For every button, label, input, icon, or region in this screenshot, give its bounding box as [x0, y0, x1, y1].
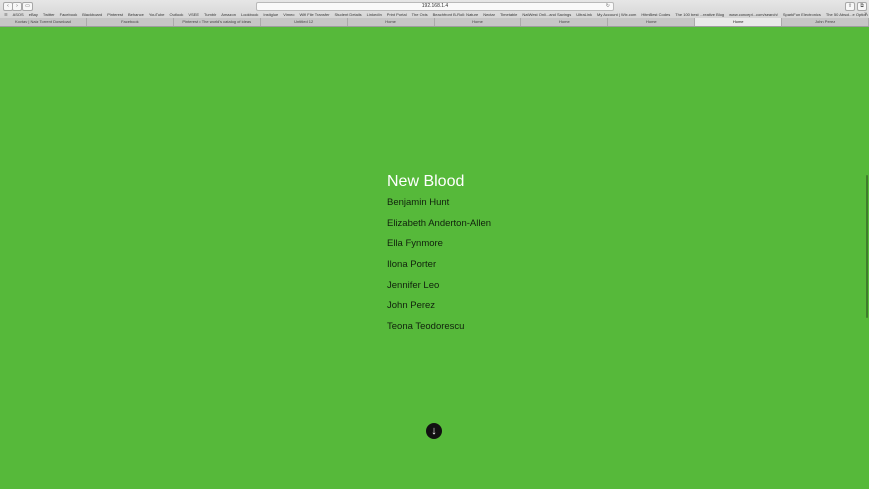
- sidebar-toggle-button[interactable]: ▭: [22, 2, 33, 11]
- bookmark-item[interactable]: eBay: [29, 12, 38, 17]
- bookmark-item[interactable]: HitmBest Codes: [641, 12, 670, 17]
- browser-tab[interactable]: Kovtav | Naiz Torrent Download: [0, 18, 87, 26]
- tabs-overview-button[interactable]: ⧉: [857, 2, 867, 11]
- credits-title: New Blood: [387, 173, 465, 190]
- forward-button[interactable]: ›: [12, 2, 22, 11]
- bookmark-item[interactable]: Timetable: [500, 12, 517, 17]
- bookmark-item[interactable]: Pinterest: [107, 12, 123, 17]
- tab-bar: Kovtav | Naiz Torrent Download Facebook Pi…: [0, 18, 869, 26]
- bookmark-item[interactable]: Vimeo: [283, 12, 294, 17]
- bookmark-item[interactable]: Instiglue: [263, 12, 278, 17]
- credit-name: Benjamin Hunt: [387, 197, 450, 208]
- bookmarks-sidebar-icon[interactable]: ☰: [4, 12, 8, 17]
- browser-tab[interactable]: Home: [695, 18, 783, 26]
- bookmark-item[interactable]: Facebook: [60, 12, 78, 17]
- bookmark-item[interactable]: The Oxis: [412, 12, 428, 17]
- bookmark-item[interactable]: Twitter: [43, 12, 55, 17]
- browser-chrome: ‹ › ▭ 192.168.1.4 ↻ ⇪ ⧉ ☰ ASOS eBay Twitter…: [0, 0, 869, 27]
- bookmark-item[interactable]: Blackboard: [82, 12, 102, 17]
- bookmark-item[interactable]: Behance: [128, 12, 144, 17]
- credit-name: Jennifer Leo: [387, 279, 440, 291]
- bookmark-item[interactable]: Lookbook: [241, 12, 258, 17]
- browser-tab[interactable]: Pinterest • The world's catalog of ideas: [174, 18, 261, 26]
- bookmark-item[interactable]: Beachfront B-Roll: Nature: [433, 12, 479, 17]
- bookmark-item[interactable]: LinkedIn: [367, 12, 382, 17]
- scroll-down-button[interactable]: ↓: [426, 423, 442, 439]
- bookmark-item[interactable]: www.concept...com/search/: [729, 12, 778, 17]
- bookmark-item[interactable]: Print Portal: [387, 12, 407, 17]
- browser-tab[interactable]: Facebook: [87, 18, 174, 26]
- bookmarks-overflow-button[interactable]: »: [864, 11, 867, 18]
- browser-tab[interactable]: Home: [435, 18, 522, 26]
- names-list: Benjamin Hunt Elizabeth Anderton-Allen Ell…: [387, 196, 491, 341]
- bookmark-item[interactable]: Nectar: [483, 12, 495, 17]
- credit-name: Elizabeth Anderton-Allen: [387, 217, 492, 229]
- bookmark-item[interactable]: UltraLink: [576, 12, 592, 17]
- bookmark-item[interactable]: ASOS: [13, 12, 24, 17]
- browser-tab[interactable]: Home: [348, 18, 435, 26]
- credits-section: New Blood Benjamin Hunt Elizabeth Anderto…: [387, 172, 491, 332]
- share-button[interactable]: ⇪: [845, 2, 855, 11]
- bookmark-item[interactable]: Tumblr: [204, 12, 216, 17]
- bookmark-item[interactable]: YouTube: [149, 12, 165, 17]
- bookmark-item[interactable]: Wifi File Transfer: [300, 12, 330, 17]
- bookmark-item[interactable]: VSEE: [188, 12, 199, 17]
- bookmark-item[interactable]: NatWest Onli...and Savings: [522, 12, 571, 17]
- reload-icon[interactable]: ↻: [606, 3, 610, 10]
- bookmark-item[interactable]: SparkFun Electronics: [783, 12, 821, 17]
- credit-name: John Perez: [387, 300, 436, 312]
- scrollbar-thumb[interactable]: [866, 175, 868, 318]
- browser-toolbar: ‹ › ▭ 192.168.1.4 ↻ ⇪ ⧉: [0, 0, 869, 11]
- browser-tab[interactable]: John Perez: [782, 18, 869, 26]
- credit-name: Teona Teodorescu: [387, 321, 465, 333]
- bookmark-item[interactable]: My Account | Wix.com: [597, 12, 636, 17]
- bookmark-item[interactable]: The 100 best ...reative Blog: [675, 12, 724, 17]
- credit-name: Ella Fynmore: [387, 238, 443, 250]
- address-text: 192.168.1.4: [421, 3, 449, 9]
- browser-tab[interactable]: Home: [521, 18, 609, 26]
- browser-tab[interactable]: Home: [608, 18, 696, 26]
- bookmark-item[interactable]: Student Details: [335, 12, 362, 17]
- browser-tab[interactable]: Untitled 12: [261, 18, 348, 26]
- bookmark-item[interactable]: The 50 Absol...e Option 5Ps: [826, 12, 869, 17]
- credit-name: Ilona Porter: [387, 259, 437, 271]
- bookmark-item[interactable]: Outlook: [170, 12, 184, 17]
- bookmark-item[interactable]: Amazon: [221, 12, 236, 17]
- bookmarks-bar: ☰ ASOS eBay Twitter Facebook Blackboard Pinter…: [0, 11, 869, 18]
- address-bar[interactable]: 192.168.1.4 ↻: [256, 2, 614, 11]
- arrow-down-icon: ↓: [431, 425, 437, 437]
